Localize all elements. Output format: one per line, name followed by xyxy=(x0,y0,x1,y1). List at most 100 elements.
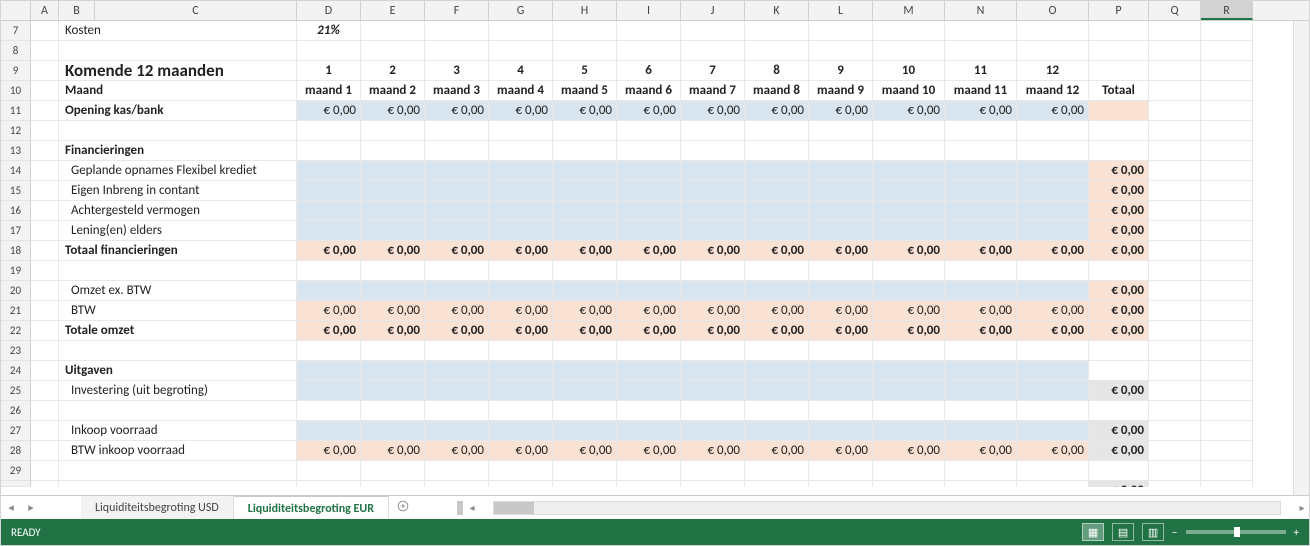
cell-value[interactable]: € 0,00 xyxy=(681,441,745,461)
row-25[interactable]: 25 xyxy=(1,381,30,401)
row-13[interactable]: 13 xyxy=(1,141,30,161)
row-23[interactable]: 23 xyxy=(1,341,30,361)
cell-value[interactable]: € 0,00 xyxy=(1017,441,1089,461)
cell-value[interactable]: € 0,00 xyxy=(1017,101,1089,121)
row-28[interactable]: 28 xyxy=(1,441,30,461)
row-29[interactable]: 29 xyxy=(1,461,30,481)
zoom-slider[interactable] xyxy=(1186,530,1286,534)
cell-value[interactable]: € 0,00 xyxy=(361,321,425,341)
col-F[interactable]: F xyxy=(425,1,489,20)
row-18[interactable]: 18 xyxy=(1,241,30,261)
view-page-break-button[interactable]: ▥ xyxy=(1142,523,1164,541)
cell-value[interactable]: € 0,00 xyxy=(553,101,617,121)
cell-value[interactable]: € 0,00 xyxy=(945,101,1017,121)
zoom-out-button[interactable]: − xyxy=(1172,526,1177,539)
scroll-left-arrow[interactable]: ◂ xyxy=(465,501,479,514)
cell-value[interactable]: € 0,00 xyxy=(489,301,553,321)
col-Q[interactable]: Q xyxy=(1149,1,1201,20)
col-I[interactable]: I xyxy=(617,1,681,20)
horizontal-scrollbar[interactable]: ◂ ▸ xyxy=(417,496,1309,519)
add-sheet-button[interactable] xyxy=(389,496,417,519)
sheet-tab-usd[interactable]: Liquiditeitsbegroting USD xyxy=(81,496,234,519)
cell-value[interactable]: € 0,00 xyxy=(745,301,809,321)
cell-value[interactable]: € 0,00 xyxy=(809,441,873,461)
cell-value[interactable]: € 0,00 xyxy=(553,441,617,461)
col-J[interactable]: J xyxy=(681,1,745,20)
cell-total[interactable]: € 0,00 xyxy=(1089,421,1149,441)
row-7[interactable]: 7 xyxy=(1,21,30,41)
cell-total[interactable]: € 0,00 xyxy=(1089,201,1149,221)
cell-value[interactable]: € 0,00 xyxy=(873,301,945,321)
cell-value[interactable]: € 0,00 xyxy=(745,321,809,341)
vertical-scrollbar[interactable] xyxy=(1293,21,1309,495)
cell-value[interactable]: € 0,00 xyxy=(945,441,1017,461)
cell-value[interactable]: € 0,00 xyxy=(553,321,617,341)
scroll-thumb[interactable] xyxy=(494,502,534,514)
tab-nav-prev[interactable]: ▸ xyxy=(21,496,41,519)
cell-value[interactable]: € 0,00 xyxy=(1017,241,1089,261)
cell-value[interactable]: € 0,00 xyxy=(489,321,553,341)
cell-total[interactable]: € 0,00 xyxy=(1089,321,1149,341)
cell-value[interactable]: € 0,00 xyxy=(873,441,945,461)
cell-value[interactable]: € 0,00 xyxy=(1017,301,1089,321)
view-normal-button[interactable]: ▦ xyxy=(1082,523,1104,541)
cell-total[interactable]: € 0,00 xyxy=(1089,181,1149,201)
row-8[interactable]: 8 xyxy=(1,41,30,61)
cell-total[interactable]: € 0,00 xyxy=(1089,161,1149,181)
cell-kosten[interactable]: Kosten xyxy=(59,21,297,41)
zoom-in-button[interactable]: + xyxy=(1294,526,1299,539)
col-D[interactable]: D xyxy=(297,1,361,20)
cell-value[interactable]: € 0,00 xyxy=(297,441,361,461)
cell-value[interactable]: € 0,00 xyxy=(617,101,681,121)
col-K[interactable]: K xyxy=(745,1,809,20)
col-H[interactable]: H xyxy=(553,1,617,20)
scroll-right-arrow[interactable]: ▸ xyxy=(1295,501,1309,514)
cell-value[interactable]: € 0,00 xyxy=(809,101,873,121)
cell-value[interactable]: € 0,00 xyxy=(553,241,617,261)
cell-value[interactable]: € 0,00 xyxy=(681,101,745,121)
row-9[interactable]: 9 xyxy=(1,61,30,81)
cell-value[interactable]: € 0,00 xyxy=(425,441,489,461)
cell-value[interactable]: € 0,00 xyxy=(297,321,361,341)
cell-value[interactable]: € 0,00 xyxy=(873,101,945,121)
row-15[interactable]: 15 xyxy=(1,181,30,201)
col-L[interactable]: L xyxy=(809,1,873,20)
row-17[interactable]: 17 xyxy=(1,221,30,241)
sheet-tab-eur[interactable]: Liquiditeitsbegroting EUR xyxy=(234,496,389,519)
tab-nav-first[interactable]: ◂ xyxy=(1,496,21,519)
cell-value[interactable]: € 0,00 xyxy=(617,301,681,321)
row-12[interactable]: 12 xyxy=(1,121,30,141)
cell-value[interactable]: € 0,00 xyxy=(617,241,681,261)
cell-total[interactable]: € 0,00 xyxy=(1089,301,1149,321)
col-E[interactable]: E xyxy=(361,1,425,20)
cell-value[interactable]: € 0,00 xyxy=(945,321,1017,341)
cell-value[interactable]: € 0,00 xyxy=(425,301,489,321)
cell-value[interactable]: € 0,00 xyxy=(425,101,489,121)
cell-value[interactable]: € 0,00 xyxy=(873,241,945,261)
col-G[interactable]: G xyxy=(489,1,553,20)
cell-value[interactable]: € 0,00 xyxy=(425,241,489,261)
cell-value[interactable]: € 0,00 xyxy=(617,441,681,461)
col-B[interactable]: B xyxy=(59,1,95,20)
cell-value[interactable]: € 0,00 xyxy=(1017,321,1089,341)
cell-value[interactable]: € 0,00 xyxy=(297,301,361,321)
cell-value[interactable]: € 0,00 xyxy=(873,321,945,341)
select-all-corner[interactable] xyxy=(1,1,31,20)
col-O[interactable]: O xyxy=(1017,1,1089,20)
row-27[interactable]: 27 xyxy=(1,421,30,441)
row-14[interactable]: 14 xyxy=(1,161,30,181)
cell-value[interactable]: € 0,00 xyxy=(553,301,617,321)
cell-value[interactable]: € 0,00 xyxy=(361,441,425,461)
cell-value[interactable]: € 0,00 xyxy=(489,441,553,461)
cell-value[interactable]: € 0,00 xyxy=(681,301,745,321)
row-20[interactable]: 20 xyxy=(1,281,30,301)
row-24[interactable]: 24 xyxy=(1,361,30,381)
scroll-track[interactable] xyxy=(493,501,1281,515)
cell-value[interactable]: € 0,00 xyxy=(361,241,425,261)
cell-value[interactable]: € 0,00 xyxy=(809,301,873,321)
cell-value[interactable]: € 0,00 xyxy=(361,301,425,321)
cell-total[interactable] xyxy=(1089,101,1149,121)
row-19[interactable]: 19 xyxy=(1,261,30,281)
col-M[interactable]: M xyxy=(873,1,945,20)
cell-total[interactable]: € 0,00 xyxy=(1089,241,1149,261)
